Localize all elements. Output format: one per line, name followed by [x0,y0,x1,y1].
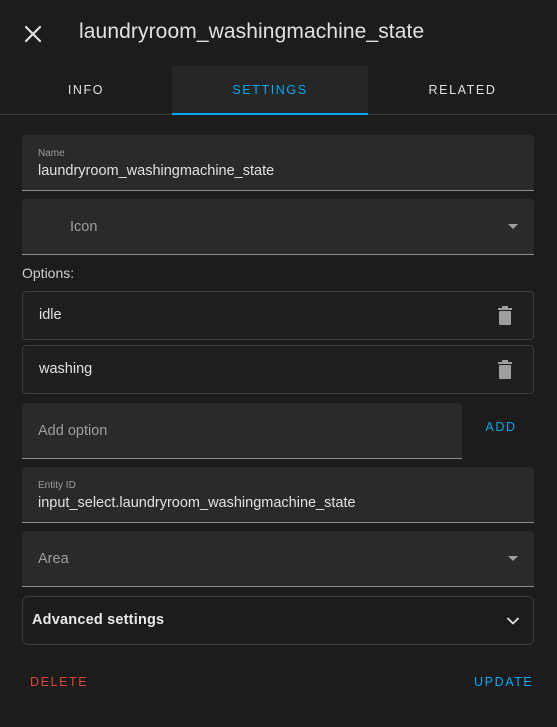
trash-icon[interactable] [496,360,514,380]
trash-icon[interactable] [496,306,514,326]
add-option-input[interactable]: Add option [22,403,462,459]
name-field[interactable]: Name laundryroom_washingmachine_state [22,135,534,191]
icon-picker[interactable]: Icon [22,199,534,255]
name-field-label: Name [38,148,65,159]
entity-settings-dialog: laundryroom_washingmachine_state INFO SE… [0,0,557,727]
dialog-header: laundryroom_washingmachine_state [0,0,557,66]
name-field-value: laundryroom_washingmachine_state [38,163,275,179]
option-row: idle [22,291,534,340]
icon-picker-placeholder: Icon [70,219,98,235]
area-placeholder: Area [38,551,69,567]
tab-bar: INFO SETTINGS RELATED [0,66,557,115]
add-option-placeholder: Add option [38,423,108,439]
area-picker[interactable]: Area [22,531,534,587]
delete-button[interactable]: DELETE [30,675,88,689]
entity-id-label: Entity ID [38,480,76,491]
advanced-settings-label: Advanced settings [32,612,165,628]
chevron-down-icon [507,617,519,625]
option-row: washing [22,345,534,394]
entity-id-field[interactable]: Entity ID input_select.laundryroom_washi… [22,467,534,523]
option-value: idle [39,307,62,323]
tab-settings[interactable]: SETTINGS [172,66,368,115]
update-button[interactable]: UPDATE [474,675,533,689]
dropdown-arrow-icon[interactable] [508,223,518,229]
dropdown-arrow-icon[interactable] [508,555,518,561]
options-label: Options: [22,265,75,281]
tab-info[interactable]: INFO [0,66,172,114]
option-value: washing [39,361,93,377]
advanced-settings-expander[interactable]: Advanced settings [22,596,534,645]
close-icon[interactable] [21,22,45,46]
dialog-title: laundryroom_washingmachine_state [79,20,425,43]
tab-related[interactable]: RELATED [368,66,557,114]
add-option-button[interactable]: ADD [476,420,526,442]
entity-id-value: input_select.laundryroom_washingmachine_… [38,495,356,511]
